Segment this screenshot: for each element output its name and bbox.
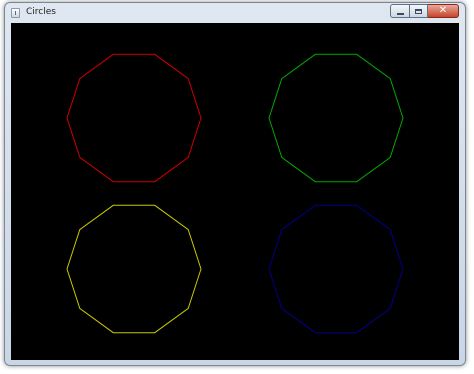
green-decagon [268, 53, 404, 183]
drawing-canvas[interactable] [11, 23, 459, 360]
title-bar[interactable]: Circles ✕ [5, 3, 465, 23]
caption-buttons: ✕ [390, 4, 459, 18]
app-window: Circles ✕ [4, 2, 466, 366]
close-button[interactable]: ✕ [428, 4, 459, 18]
maximize-button[interactable] [409, 4, 428, 18]
maximize-icon [415, 8, 422, 14]
minimize-icon [396, 12, 404, 15]
close-icon: ✕ [438, 5, 448, 16]
red-decagon [66, 53, 202, 183]
blue-decagon [268, 204, 404, 334]
window-title: Circles [26, 7, 56, 17]
app-icon[interactable] [11, 8, 20, 18]
yellow-decagon [66, 204, 202, 334]
canvas-svg [66, 53, 404, 334]
minimize-button[interactable] [390, 4, 409, 18]
